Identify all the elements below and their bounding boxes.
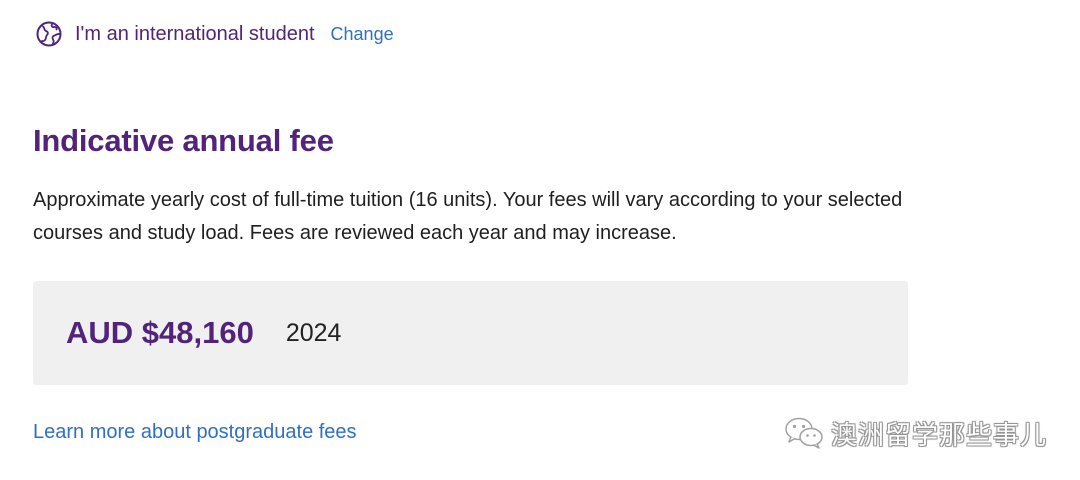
fee-heading: Indicative annual fee: [33, 123, 334, 158]
student-status-row: I'm an international student Change: [35, 18, 394, 50]
page: I'm an international student Change Indi…: [0, 0, 1080, 480]
fee-summary-box: AUD $48,160 2024: [33, 281, 908, 385]
learn-more-fees-link[interactable]: Learn more about postgraduate fees: [33, 421, 357, 444]
change-student-status-link[interactable]: Change: [331, 24, 394, 45]
watermark-text: 澳洲留学那些事儿: [831, 420, 1048, 451]
wechat-icon: [785, 417, 823, 449]
student-status-label: I'm an international student: [75, 22, 315, 45]
fee-year: 2024: [285, 318, 342, 347]
globe-icon: [35, 20, 63, 48]
fee-amount: AUD $48,160: [66, 315, 254, 350]
watermark: 澳洲留学那些事儿: [783, 414, 1047, 452]
fee-description: Approximate yearly cost of full-time tui…: [33, 189, 903, 244]
